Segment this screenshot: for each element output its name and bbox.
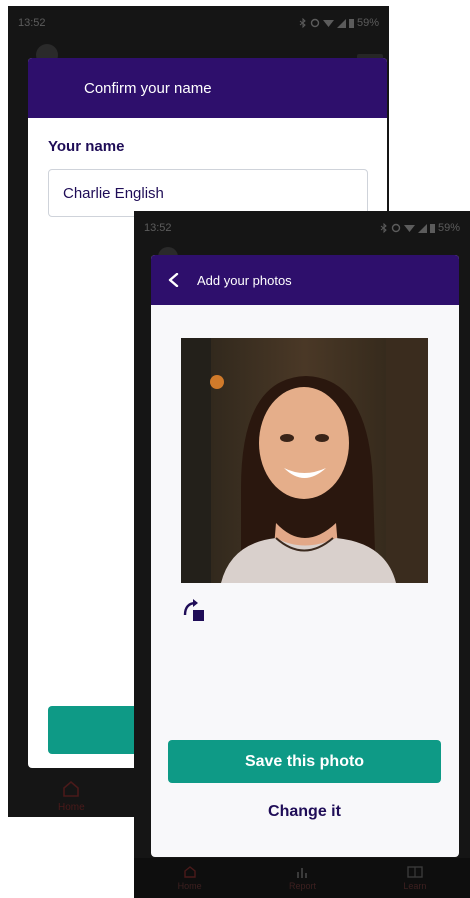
- nav-item-home[interactable]: Home: [178, 865, 202, 891]
- name-field-label: Your name: [48, 138, 125, 155]
- status-bar: 13:52 59%: [8, 6, 389, 40]
- status-icons: 59%: [380, 222, 460, 234]
- signal-icon: [336, 18, 346, 28]
- home-icon: [63, 780, 80, 797]
- battery-percent: 59%: [437, 222, 460, 234]
- nav-item-home[interactable]: Home: [58, 780, 85, 813]
- battery-percent: 59%: [356, 17, 379, 29]
- rotate-icon[interactable]: [179, 595, 209, 625]
- nav-home-label: Home: [58, 802, 85, 813]
- bluetooth-icon: [299, 18, 306, 28]
- status-icons: 59%: [299, 17, 379, 29]
- save-photo-button[interactable]: Save this photo: [168, 740, 441, 783]
- wifi-icon: [322, 19, 334, 27]
- portrait-image: [181, 338, 428, 583]
- nav-home-label: Home: [177, 881, 202, 891]
- nav-item-learn[interactable]: Learn: [403, 865, 426, 891]
- add-photos-dialog: Add your photos Save this photo Change i…: [151, 255, 459, 857]
- dialog-header: Confirm your name: [28, 58, 387, 118]
- back-chevron-icon[interactable]: [167, 273, 181, 287]
- home-icon: [183, 866, 196, 878]
- phone-screen-add-photos: 13:52 59% Add your photos Save this phot…: [134, 211, 470, 898]
- nav-report-label: Report: [288, 881, 316, 891]
- status-time: 13:52: [18, 17, 46, 29]
- sync-icon: [310, 18, 320, 28]
- nav-item-report[interactable]: Report: [289, 865, 316, 891]
- signal-icon: [417, 223, 427, 233]
- change-photo-link[interactable]: Change it: [168, 803, 441, 821]
- battery-icon: [348, 19, 354, 28]
- bottom-nav: Home Report Learn: [134, 858, 470, 898]
- wifi-icon: [403, 224, 415, 232]
- name-input[interactable]: [48, 169, 368, 217]
- profile-photo: [181, 338, 428, 583]
- battery-icon: [429, 224, 435, 233]
- learn-icon: [407, 866, 423, 878]
- dialog-header: Add your photos: [151, 255, 459, 305]
- status-time: 13:52: [144, 222, 172, 234]
- report-icon: [297, 868, 308, 878]
- dialog-title: Confirm your name: [84, 79, 212, 97]
- dialog-title: Add your photos: [197, 272, 292, 288]
- nav-learn-label: Learn: [403, 881, 427, 891]
- bluetooth-icon: [380, 223, 387, 233]
- status-bar: 13:52 59%: [134, 211, 470, 245]
- sync-icon: [391, 223, 401, 233]
- save-photo-label: Save this photo: [244, 752, 365, 770]
